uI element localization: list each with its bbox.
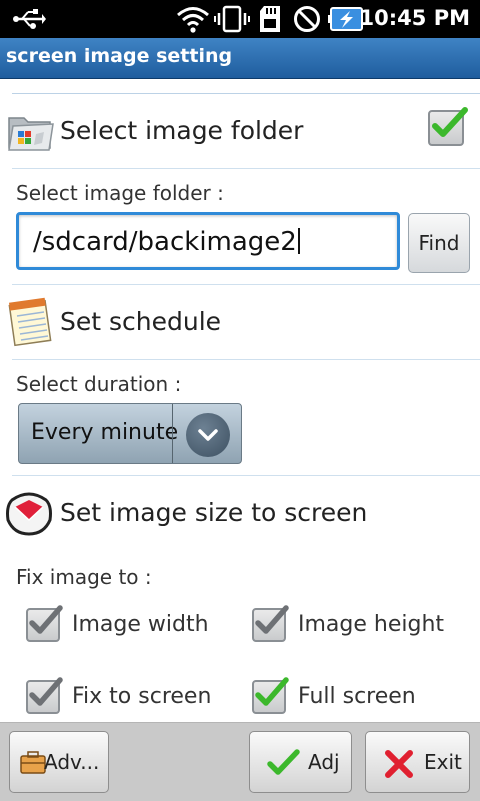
image-folder-icon <box>8 117 54 151</box>
size-section-header[interactable]: Set image size to screen <box>0 478 480 550</box>
image-width-checkbox[interactable] <box>26 605 63 642</box>
checkmark-icon <box>432 107 468 137</box>
adjust-button[interactable]: Adj <box>249 731 352 793</box>
adjust-button-label: Adj <box>308 750 340 774</box>
status-bar: 10:45 PM <box>0 0 480 38</box>
folder-enable-checkbox[interactable] <box>428 107 468 146</box>
checkmark-icon <box>255 605 289 634</box>
option-fix-to-screen[interactable]: Fix to screen <box>26 677 226 724</box>
folder-path-value: /sdcard/backimage2 <box>33 227 297 257</box>
divider <box>12 359 480 360</box>
chevron-down-icon <box>186 413 230 457</box>
divider <box>12 284 480 285</box>
divider <box>12 168 480 169</box>
image-height-checkbox[interactable] <box>252 605 289 642</box>
usb-icon <box>13 9 46 29</box>
text-cursor <box>297 228 300 254</box>
duration-label: Select duration : <box>16 372 182 396</box>
option-full-screen[interactable]: Full screen <box>252 677 472 724</box>
folder-section-header[interactable]: Select image folder <box>0 96 480 168</box>
size-section-title: Set image size to screen <box>60 498 368 527</box>
checkmark-icon <box>29 677 63 706</box>
checkmark-icon <box>255 677 289 706</box>
folder-section-title: Select image folder <box>60 116 304 145</box>
schedule-section-title: Set schedule <box>60 307 222 336</box>
bottom-action-bar: Adv... Adj Exit <box>0 722 480 801</box>
fix-to-screen-checkbox[interactable] <box>26 677 63 714</box>
vibrate-icon <box>214 5 250 33</box>
fix-image-label: Fix image to : <box>16 565 152 589</box>
advanced-button[interactable]: Adv... <box>9 731 109 793</box>
no-sound-icon <box>294 6 320 32</box>
image-height-label: Image height <box>298 612 445 637</box>
full-screen-label: Full screen <box>298 684 416 709</box>
exit-button[interactable]: Exit <box>365 731 470 793</box>
wifi-icon <box>177 7 209 33</box>
notepad-icon <box>8 297 52 347</box>
option-image-height[interactable]: Image height <box>252 605 472 652</box>
divider <box>172 404 173 463</box>
duration-select[interactable]: Every minute <box>18 403 242 464</box>
divider <box>12 93 480 94</box>
option-image-width[interactable]: Image width <box>26 605 226 652</box>
divider <box>12 475 480 476</box>
find-button[interactable]: Find <box>408 213 470 273</box>
checkmark-icon <box>29 605 63 634</box>
full-screen-checkbox[interactable] <box>252 677 289 714</box>
page-title: screen image setting <box>6 45 233 67</box>
title-bar: screen image setting <box>0 38 480 79</box>
exit-button-label: Exit <box>424 750 462 774</box>
folder-field-label: Select image folder : <box>16 181 224 205</box>
image-width-label: Image width <box>72 612 209 637</box>
clock: 10:45 PM <box>359 6 470 30</box>
checkmark-icon <box>267 749 300 775</box>
fix-to-screen-label: Fix to screen <box>72 684 212 709</box>
fit-screen-icon <box>6 492 52 536</box>
briefcase-icon <box>20 751 46 774</box>
close-icon <box>385 750 413 778</box>
advanced-button-label: Adv... <box>44 750 100 774</box>
schedule-section-header[interactable]: Set schedule <box>0 287 480 359</box>
duration-selected-value: Every minute <box>31 420 179 445</box>
folder-path-input[interactable]: /sdcard/backimage2 <box>16 212 400 270</box>
sd-card-icon <box>260 6 280 32</box>
